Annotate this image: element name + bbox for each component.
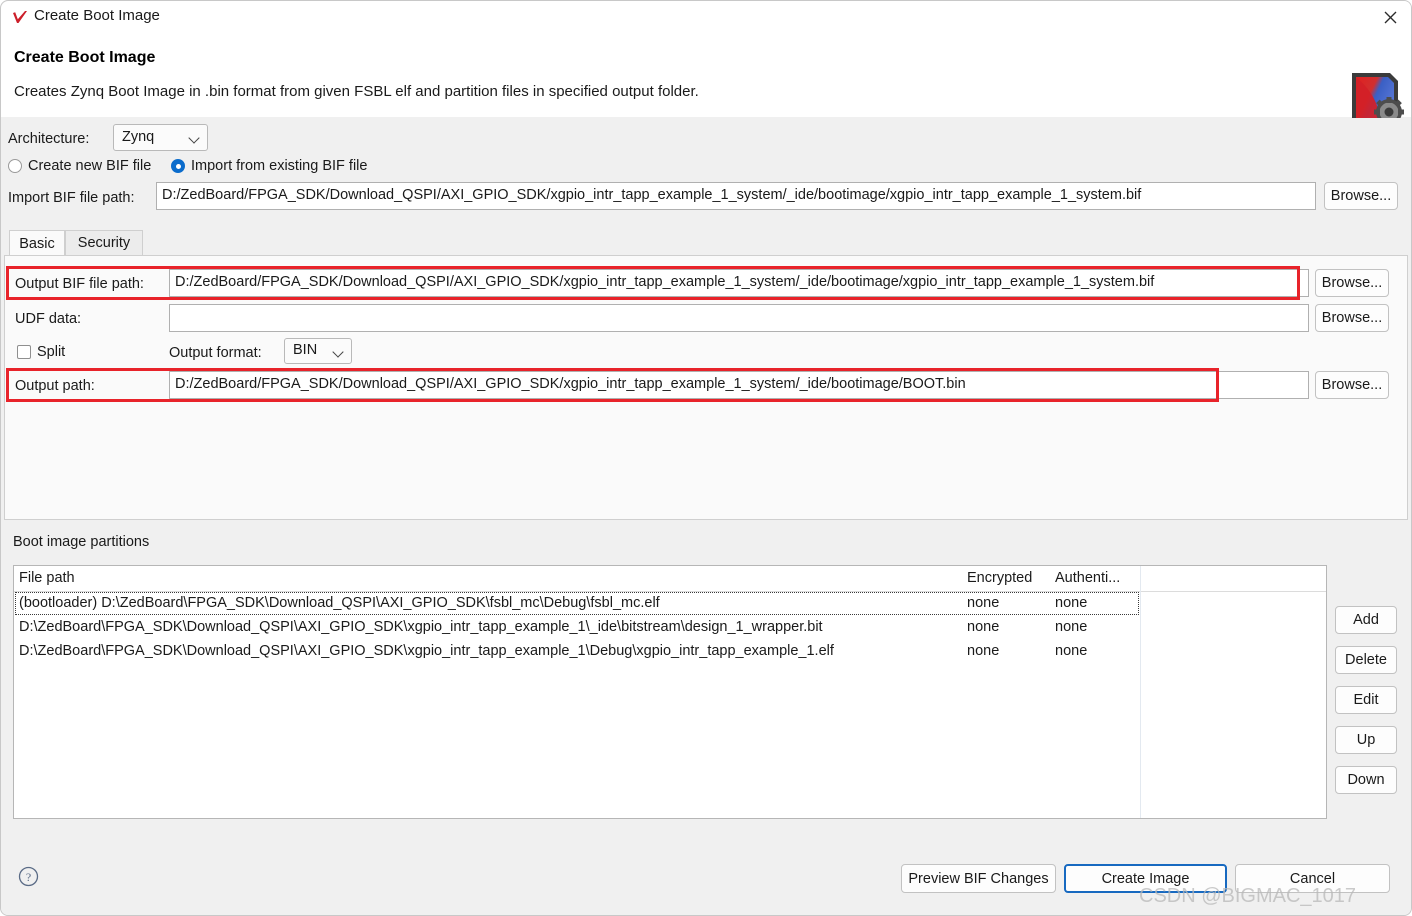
- column-header-file-path: File path: [19, 570, 75, 586]
- page-title: Create Boot Image: [14, 49, 156, 66]
- table-row[interactable]: (bootloader) D:\ZedBoard\FPGA_SDK\Downlo…: [14, 592, 1326, 616]
- import-bif-path-input[interactable]: D:/ZedBoard/FPGA_SDK/Download_QSPI/AXI_G…: [156, 182, 1316, 210]
- help-question-icon[interactable]: ?: [18, 866, 39, 887]
- edit-partition-button[interactable]: Edit: [1335, 686, 1397, 714]
- radio-import-existing-bif[interactable]: Import from existing BIF file: [171, 158, 367, 174]
- radio-indicator-selected: [171, 159, 185, 173]
- split-label: Split: [37, 344, 66, 360]
- create-boot-image-dialog: Create Boot Image Create Boot Image Crea…: [0, 0, 1412, 916]
- tab-strip: Basic Security: [4, 230, 1408, 256]
- page-description: Creates Zynq Boot Image in .bin format f…: [14, 83, 699, 100]
- output-bif-path-input[interactable]: D:/ZedBoard/FPGA_SDK/Download_QSPI/AXI_G…: [169, 269, 1309, 297]
- cell-file-path: (bootloader) D:\ZedBoard\FPGA_SDK\Downlo…: [19, 595, 660, 611]
- udf-data-input[interactable]: [169, 304, 1309, 332]
- cell-authenticated: none: [1055, 643, 1088, 659]
- cell-authenticated: none: [1055, 619, 1088, 635]
- browse-import-bif-button[interactable]: Browse...: [1324, 182, 1398, 210]
- output-path-label: Output path:: [15, 378, 95, 394]
- cell-authenticated: none: [1055, 595, 1088, 611]
- radio-import-existing-bif-label: Import from existing BIF file: [191, 158, 368, 174]
- boot-image-partitions-label: Boot image partitions: [13, 534, 150, 550]
- checkbox-indicator: [17, 345, 31, 359]
- tab-basic[interactable]: Basic: [9, 230, 65, 256]
- svg-text:?: ?: [26, 870, 31, 884]
- window-title: Create Boot Image: [34, 7, 160, 24]
- close-icon[interactable]: [1367, 1, 1411, 33]
- xilinx-checkmark-icon: [11, 9, 29, 27]
- partitions-table[interactable]: File path Encrypted Authenti... (bootloa…: [13, 565, 1327, 819]
- chevron-down-icon: [190, 134, 199, 143]
- output-path-input[interactable]: D:/ZedBoard/FPGA_SDK/Download_QSPI/AXI_G…: [169, 371, 1309, 399]
- import-bif-path-value: D:/ZedBoard/FPGA_SDK/Download_QSPI/AXI_G…: [162, 187, 1142, 203]
- column-header-encrypted: Encrypted: [967, 570, 1033, 586]
- browse-output-path-button[interactable]: Browse...: [1315, 371, 1389, 399]
- output-path-value: D:/ZedBoard/FPGA_SDK/Download_QSPI/AXI_G…: [175, 376, 966, 392]
- cell-encrypted: none: [967, 619, 1000, 635]
- cell-file-path: D:\ZedBoard\FPGA_SDK\Download_QSPI\AXI_G…: [19, 643, 834, 659]
- browse-udf-data-button[interactable]: Browse...: [1315, 304, 1389, 332]
- column-header-authenticated: Authenti...: [1055, 570, 1121, 586]
- radio-indicator-unselected: [8, 159, 22, 173]
- output-format-value: BIN: [293, 342, 318, 358]
- radio-create-new-bif-label: Create new BIF file: [28, 158, 152, 174]
- import-bif-path-label: Import BIF file path:: [8, 190, 135, 206]
- table-header-row: File path Encrypted Authenti...: [14, 566, 1326, 592]
- output-format-select[interactable]: BIN: [284, 338, 352, 364]
- preview-bif-changes-button[interactable]: Preview BIF Changes: [901, 864, 1056, 893]
- move-up-button[interactable]: Up: [1335, 726, 1397, 754]
- output-format-label: Output format:: [169, 345, 262, 361]
- udf-data-label: UDF data:: [15, 311, 82, 327]
- architecture-label: Architecture:: [8, 131, 90, 147]
- delete-partition-button[interactable]: Delete: [1335, 646, 1397, 674]
- dialog-body: Architecture: Zynq Create new BIF file I…: [1, 118, 1411, 855]
- output-bif-path-value: D:/ZedBoard/FPGA_SDK/Download_QSPI/AXI_G…: [175, 274, 1155, 290]
- table-row[interactable]: D:\ZedBoard\FPGA_SDK\Download_QSPI\AXI_G…: [14, 616, 1326, 640]
- output-bif-path-label: Output BIF file path:: [15, 276, 144, 292]
- move-down-button[interactable]: Down: [1335, 766, 1397, 794]
- cell-file-path: D:\ZedBoard\FPGA_SDK\Download_QSPI\AXI_G…: [19, 619, 823, 635]
- add-partition-button[interactable]: Add: [1335, 606, 1397, 634]
- radio-create-new-bif[interactable]: Create new BIF file: [8, 158, 151, 174]
- cell-encrypted: none: [967, 595, 1000, 611]
- title-bar: Create Boot Image: [1, 1, 1411, 33]
- chevron-down-icon: [334, 348, 343, 357]
- cell-encrypted: none: [967, 643, 1000, 659]
- watermark-text: CSDN @BIGMAC_1017: [1139, 885, 1357, 907]
- dialog-header: Create Boot Image Creates Zynq Boot Imag…: [1, 33, 1411, 150]
- architecture-value: Zynq: [122, 129, 155, 145]
- browse-output-bif-button[interactable]: Browse...: [1315, 269, 1389, 297]
- table-row[interactable]: D:\ZedBoard\FPGA_SDK\Download_QSPI\AXI_G…: [14, 640, 1326, 664]
- split-checkbox[interactable]: Split: [17, 344, 65, 360]
- tab-security[interactable]: Security: [65, 230, 143, 256]
- architecture-select[interactable]: Zynq: [113, 124, 208, 151]
